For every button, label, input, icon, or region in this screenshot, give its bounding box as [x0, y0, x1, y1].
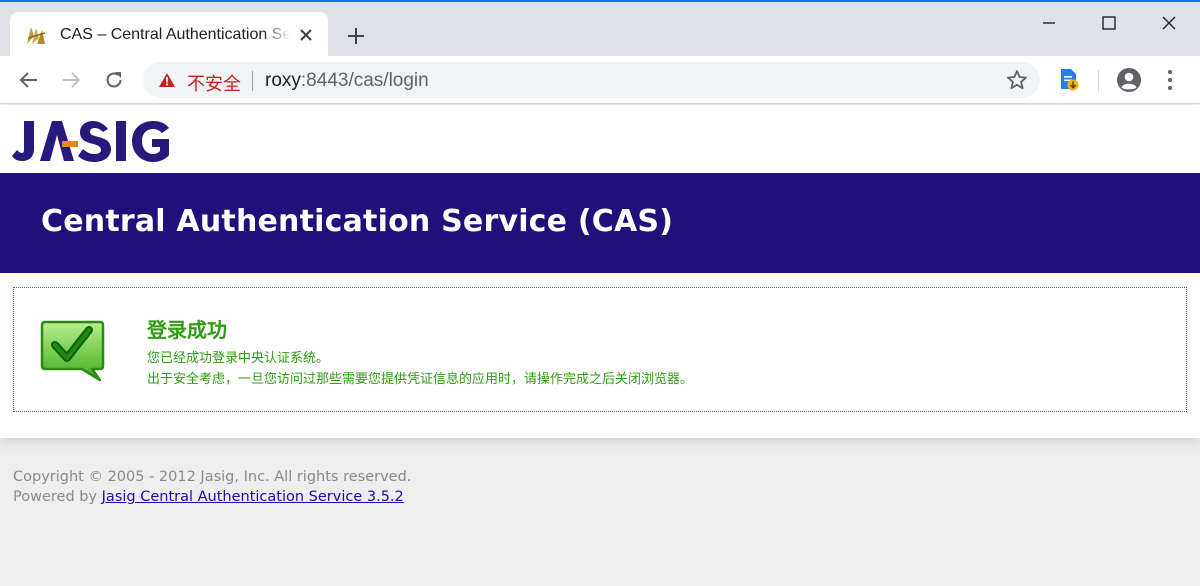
page-title: Central Authentication Service (CAS)	[41, 204, 674, 239]
url-text[interactable]: roxy:8443/cas/login	[265, 70, 429, 92]
minimize-icon[interactable]	[1036, 10, 1062, 36]
warning-icon	[159, 73, 175, 87]
bookmark-star-icon[interactable]	[1006, 69, 1028, 91]
message-line-1: 您已经成功登录中央认证系统。	[147, 351, 330, 366]
jasig-logo	[12, 121, 169, 162]
address-bar[interactable]: 不安全 roxy:8443/cas/login	[143, 62, 1040, 98]
extension-icon[interactable]	[1058, 68, 1080, 92]
new-tab-icon[interactable]	[344, 24, 368, 48]
tab-strip: CAS – Central Authentication Service	[0, 2, 1200, 58]
back-icon[interactable]	[17, 68, 41, 92]
maximize-icon[interactable]	[1096, 10, 1122, 36]
forward-icon[interactable]	[59, 68, 83, 92]
message-title: 登录成功	[147, 318, 227, 342]
browser-toolbar: 不安全 roxy:8443/cas/login	[0, 56, 1200, 104]
toolbar-separator	[1098, 70, 1099, 92]
powered-by-line: Powered by Jasig Central Authentication …	[13, 487, 411, 507]
browser-tab[interactable]: CAS – Central Authentication Service	[10, 12, 328, 58]
cas-card: Central Authentication Service (CAS) 登录成…	[0, 105, 1200, 438]
browser-menu-icon[interactable]	[1160, 68, 1180, 92]
cas-favicon-icon	[27, 27, 46, 44]
message-line-2: 出于安全考虑，一旦您访问过那些需要您提供凭证信息的应用时，请操作完成之后关闭浏览…	[147, 372, 694, 387]
address-separator	[252, 71, 253, 91]
powered-by-prefix: Powered by	[13, 489, 98, 505]
close-window-icon[interactable]	[1156, 10, 1182, 36]
header-banner: Central Authentication Service (CAS)	[0, 173, 1200, 273]
footer: Copyright © 2005 - 2012 Jasig, Inc. All …	[13, 467, 411, 507]
tab-title: CAS – Central Authentication Service	[60, 26, 290, 43]
close-tab-icon[interactable]	[296, 25, 316, 45]
success-message-box: 登录成功 您已经成功登录中央认证系统。 出于安全考虑，一旦您访问过那些需要您提供…	[13, 287, 1187, 412]
cas-version-link[interactable]: Jasig Central Authentication Service 3.5…	[102, 489, 404, 505]
profile-avatar-icon[interactable]	[1116, 67, 1142, 93]
reload-icon[interactable]	[102, 68, 126, 92]
not-secure-label[interactable]: 不安全	[187, 70, 241, 96]
success-check-icon	[40, 320, 105, 382]
copyright-text: Copyright © 2005 - 2012 Jasig, Inc. All …	[13, 469, 412, 485]
page-content: Central Authentication Service (CAS) 登录成…	[0, 105, 1200, 586]
